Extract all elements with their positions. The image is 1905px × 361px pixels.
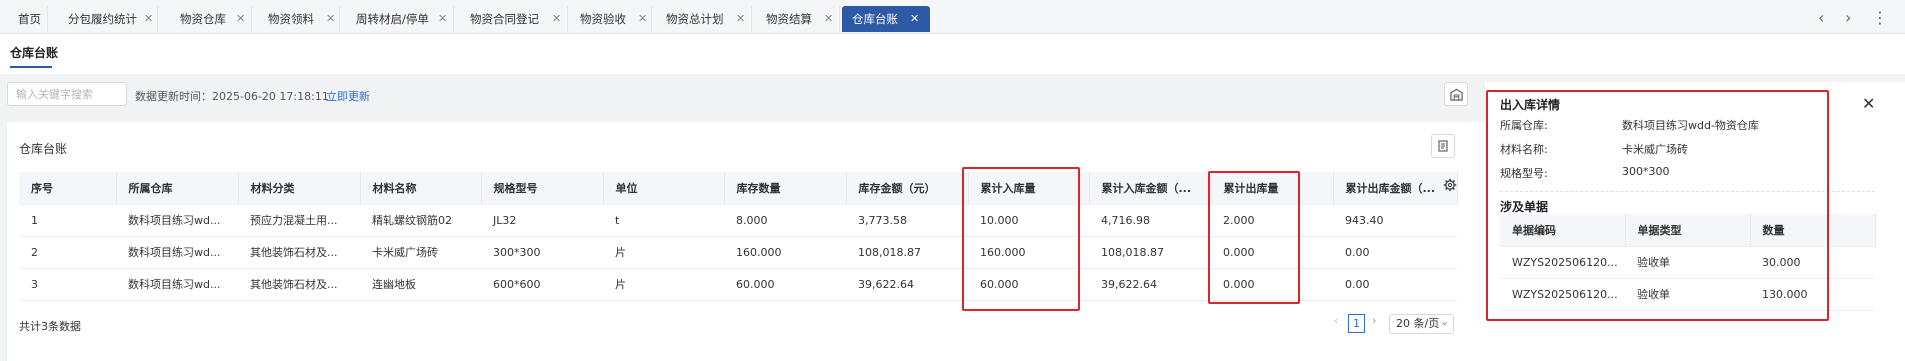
cell-total-in-amount: 108,018.87 (1089, 236, 1211, 269)
tab-label: 周转材启/停单 (356, 12, 429, 26)
cell-stock-qty: 8.000 (724, 204, 846, 237)
cell-index: 3 (19, 268, 116, 301)
column-header-category[interactable]: 材料分类 (238, 172, 361, 205)
tab-label: 物资总计划 (666, 12, 724, 26)
close-panel-icon[interactable]: ✕ (1862, 94, 1875, 113)
gear-icon[interactable] (1443, 178, 1457, 192)
column-header-stock-qty[interactable]: 库存数量 (724, 172, 847, 205)
page-title-underline (10, 66, 52, 68)
column-header-unit[interactable]: 单位 (603, 172, 725, 205)
cell-category: 预应力混凝土用... (238, 204, 360, 237)
close-icon[interactable]: ✕ (438, 6, 447, 32)
cell-total-out-amount: 0.00 (1333, 268, 1457, 301)
close-icon[interactable]: ✕ (638, 6, 647, 32)
tab-label: 物资合同登记 (470, 12, 539, 26)
chevron-right-icon[interactable]: › (1845, 8, 1851, 27)
cell-warehouse: 数科项目练习wd... (116, 204, 238, 237)
cell-warehouse: 数科项目练习wd... (116, 236, 238, 269)
cell-total-out-amount: 0.00 (1333, 236, 1457, 269)
close-icon[interactable]: ✕ (824, 6, 833, 32)
column-header-warehouse[interactable]: 所属仓库 (116, 172, 239, 205)
close-icon[interactable]: ✕ (326, 6, 335, 32)
close-icon[interactable]: ✕ (552, 6, 561, 32)
export-button[interactable] (1431, 134, 1455, 158)
tab-label: 物资仓库 (180, 12, 226, 26)
tab-home[interactable]: 首页 (8, 6, 48, 32)
cell-unit: t (603, 204, 724, 237)
column-header-index[interactable]: 序号 (19, 172, 117, 205)
cell-stock-qty: 60.000 (724, 268, 846, 301)
cell-total-in-amount: 39,622.64 (1089, 268, 1211, 301)
next-page-icon[interactable]: › (1372, 314, 1376, 327)
tab-master-plan[interactable]: 物资总计划 ✕ (656, 6, 752, 32)
page-header: 仓库台账 (0, 34, 1905, 74)
cell-material-name: 卡米威广场砖 (360, 236, 481, 269)
chevron-left-icon[interactable]: ‹ (1818, 8, 1824, 27)
warehouse-icon (1449, 88, 1463, 101)
page-title: 仓库台账 (10, 46, 59, 60)
cell-index: 2 (19, 236, 116, 269)
tab-material-requisition[interactable]: 物资领料 ✕ (258, 6, 340, 32)
more-vertical-icon[interactable]: ⋮ (1872, 8, 1888, 27)
cell-unit: 片 (603, 268, 724, 301)
tab-turnover-start-stop[interactable]: 周转材启/停单 ✕ (346, 6, 454, 32)
cell-spec: 300*300 (481, 236, 603, 269)
cell-index: 1 (19, 204, 116, 237)
tab-subcontract-stats[interactable]: 分包履约统计 ✕ (58, 6, 158, 32)
cell-category: 其他装饰石材及... (238, 236, 360, 269)
column-header-total-in-amount[interactable]: 累计入库金额（... (1089, 172, 1212, 205)
refresh-now-link[interactable]: 立即更新 (326, 88, 370, 104)
chevron-down-icon: ⌄ (1440, 315, 1450, 328)
total-count: 共计3条数据 (19, 320, 81, 333)
page-number-current[interactable]: 1 (1348, 314, 1365, 333)
search-input[interactable] (7, 82, 127, 106)
tab-label: 分包履约统计 (68, 12, 137, 26)
column-header-spec[interactable]: 规格型号 (481, 172, 604, 205)
column-header-total-out-amount[interactable]: 累计出库金额（... (1333, 172, 1458, 205)
close-icon[interactable]: ✕ (236, 6, 245, 32)
cell-stock-amount: 3,773.58 (846, 204, 968, 237)
tab-material-acceptance[interactable]: 物资验收 ✕ (570, 6, 652, 32)
column-header-stock-amount[interactable]: 库存金额（元） (846, 172, 969, 205)
tab-contract-registration[interactable]: 物资合同登记 ✕ (460, 6, 568, 32)
cell-stock-qty: 160.000 (724, 236, 846, 269)
cell-category: 其他装饰石材及... (238, 268, 360, 301)
cell-material-name: 精轧螺纹钢筋02 (360, 204, 481, 237)
update-time-text: 数据更新时间：2025-06-20 17:18:11 (135, 90, 329, 103)
tab-label: 物资领料 (268, 12, 314, 26)
close-icon[interactable]: ✕ (144, 6, 153, 32)
cell-total-out-amount: 943.40 (1333, 204, 1457, 237)
tab-label: 物资验收 (580, 12, 626, 26)
cell-spec: 600*600 (481, 268, 603, 301)
cell-material-name: 连幽地板 (360, 268, 481, 301)
column-header-material-name[interactable]: 材料名称 (360, 172, 482, 205)
highlight-total-out-qty (1208, 171, 1300, 304)
tab-material-settlement[interactable]: 物资结算 ✕ (756, 6, 840, 32)
prev-page-icon[interactable]: ‹ (1334, 314, 1338, 327)
page-size-select[interactable]: 20 条/页 ⌄ (1389, 314, 1454, 334)
highlight-total-in-qty (962, 167, 1080, 311)
card-title: 仓库台账 (19, 142, 68, 156)
document-icon (1438, 140, 1448, 152)
tab-label: 物资结算 (766, 12, 812, 26)
tab-label: 首页 (18, 12, 41, 26)
highlight-detail-panel (1486, 90, 1829, 321)
cell-total-in-amount: 4,716.98 (1089, 204, 1211, 237)
cell-unit: 片 (603, 236, 724, 269)
cell-stock-amount: 39,622.64 (846, 268, 968, 301)
warehouse-button[interactable] (1444, 82, 1468, 106)
tab-warehouse-ledger[interactable]: 仓库台账 ✕ (842, 6, 930, 32)
cell-warehouse: 数科项目练习wd... (116, 268, 238, 301)
close-icon[interactable]: ✕ (910, 6, 919, 32)
page-size-value: 20 条/页 (1396, 317, 1440, 330)
cell-spec: JL32 (481, 204, 603, 237)
tab-label: 仓库台账 (852, 12, 898, 26)
tab-bar: 首页 分包履约统计 ✕ 物资仓库 ✕ 物资领料 ✕ 周转材启/停单 ✕ 物资合同… (0, 0, 1905, 34)
close-icon[interactable]: ✕ (736, 6, 745, 32)
tab-material-warehouse[interactable]: 物资仓库 ✕ (170, 6, 252, 32)
cell-stock-amount: 108,018.87 (846, 236, 968, 269)
